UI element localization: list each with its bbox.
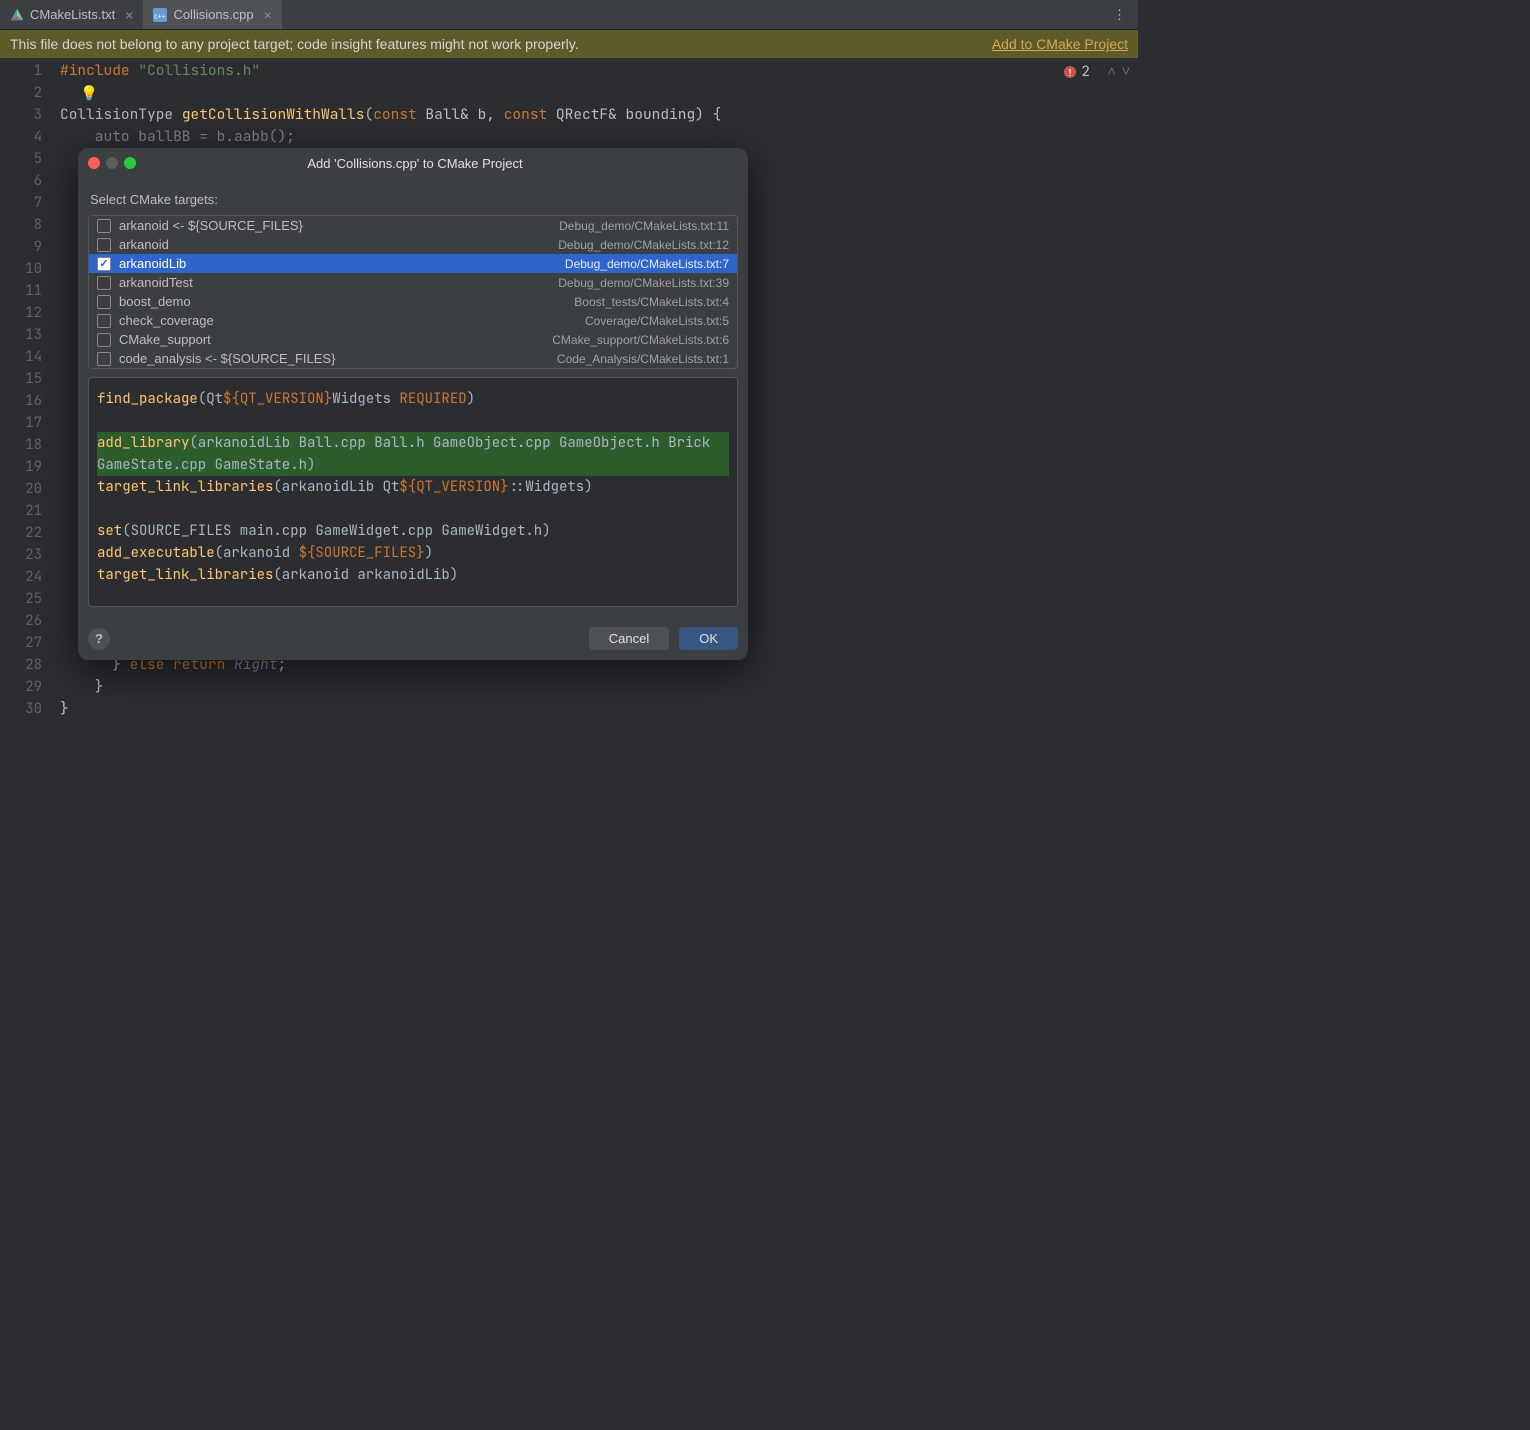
target-row[interactable]: arkanoid <- ${SOURCE_FILES} Debug_demo/CM… [89, 216, 737, 235]
target-row[interactable]: arkanoid Debug_demo/CMakeLists.txt:12 [89, 235, 737, 254]
prev-highlight-icon[interactable]: ˄ [1108, 62, 1116, 81]
dialog-titlebar[interactable]: Add 'Collisions.cpp' to CMake Project [78, 148, 748, 178]
target-row[interactable]: arkanoidLib Debug_demo/CMakeLists.txt:7 [89, 254, 737, 273]
cmake-preview: find_package(Qt${QT_VERSION}Widgets REQU… [88, 377, 738, 607]
tab-label: Collisions.cpp [173, 7, 253, 22]
gutter: 1 2 3 4 5 6 7 8 9 10 11 12 13 14 15 16 1… [0, 58, 60, 720]
select-targets-label: Select CMake targets: [90, 192, 736, 207]
target-path: Debug_demo/CMakeLists.txt:39 [558, 276, 729, 290]
add-to-cmake-dialog: Add 'Collisions.cpp' to CMake Project Se… [78, 148, 748, 660]
target-row[interactable]: code_analysis <- ${SOURCE_FILES} Code_Ana… [89, 349, 737, 368]
target-path: Boost_tests/CMakeLists.txt:4 [574, 295, 729, 309]
target-checkbox[interactable] [97, 295, 111, 309]
target-checkbox[interactable] [97, 257, 111, 271]
target-name: arkanoidLib [119, 256, 557, 271]
project-warning-bar: This file does not belong to any project… [0, 30, 1138, 58]
cpp-icon: c++ [153, 8, 167, 22]
target-name: check_coverage [119, 313, 577, 328]
target-checkbox[interactable] [97, 333, 111, 347]
svg-text:!: ! [1067, 66, 1073, 79]
warning-text: This file does not belong to any project… [10, 36, 579, 52]
target-path: CMake_support/CMakeLists.txt:6 [552, 333, 729, 347]
cmake-target-list[interactable]: arkanoid <- ${SOURCE_FILES} Debug_demo/CM… [88, 215, 738, 369]
target-name: boost_demo [119, 294, 566, 309]
dialog-title: Add 'Collisions.cpp' to CMake Project [92, 156, 738, 171]
tab-label: CMakeLists.txt [30, 7, 115, 22]
intention-bulb-icon[interactable]: 💡 [80, 84, 98, 103]
more-icon[interactable]: ⋮ [1113, 7, 1126, 23]
svg-text:c++: c++ [155, 13, 167, 20]
target-checkbox[interactable] [97, 219, 111, 233]
close-icon[interactable]: × [125, 7, 133, 23]
add-to-cmake-link[interactable]: Add to CMake Project [992, 36, 1128, 52]
target-path: Debug_demo/CMakeLists.txt:11 [559, 219, 729, 233]
target-path: Debug_demo/CMakeLists.txt:12 [558, 238, 729, 252]
error-icon: ! [1063, 65, 1077, 79]
target-path: Debug_demo/CMakeLists.txt:7 [565, 257, 729, 271]
target-checkbox[interactable] [97, 314, 111, 328]
target-checkbox[interactable] [97, 276, 111, 290]
help-button[interactable]: ? [88, 628, 110, 650]
ok-button[interactable]: OK [679, 627, 738, 650]
editor-tabs: CMakeLists.txt × c++ Collisions.cpp × ⋮ [0, 0, 1138, 30]
target-name: arkanoidTest [119, 275, 550, 290]
tab-collisions[interactable]: c++ Collisions.cpp × [143, 0, 281, 29]
cmake-icon [10, 8, 24, 22]
target-row[interactable]: arkanoidTest Debug_demo/CMakeLists.txt:39 [89, 273, 737, 292]
target-checkbox[interactable] [97, 352, 111, 366]
target-checkbox[interactable] [97, 238, 111, 252]
target-row[interactable]: boost_demo Boost_tests/CMakeLists.txt:4 [89, 292, 737, 311]
error-badge[interactable]: ! 2 [1063, 62, 1090, 81]
close-icon[interactable]: × [264, 7, 272, 23]
target-name: arkanoid [119, 237, 550, 252]
target-name: arkanoid <- ${SOURCE_FILES} [119, 218, 551, 233]
target-name: code_analysis <- ${SOURCE_FILES} [119, 351, 549, 366]
target-name: CMake_support [119, 332, 544, 347]
target-row[interactable]: check_coverage Coverage/CMakeLists.txt:5 [89, 311, 737, 330]
cancel-button[interactable]: Cancel [589, 627, 669, 650]
target-path: Coverage/CMakeLists.txt:5 [585, 314, 729, 328]
tab-cmakelists[interactable]: CMakeLists.txt × [0, 0, 143, 29]
target-path: Code_Analysis/CMakeLists.txt:1 [557, 352, 729, 366]
target-row[interactable]: CMake_support CMake_support/CMakeLists.tx… [89, 330, 737, 349]
nav-arrows: ˄ ˅ [1108, 62, 1130, 81]
next-highlight-icon[interactable]: ˅ [1122, 62, 1130, 81]
